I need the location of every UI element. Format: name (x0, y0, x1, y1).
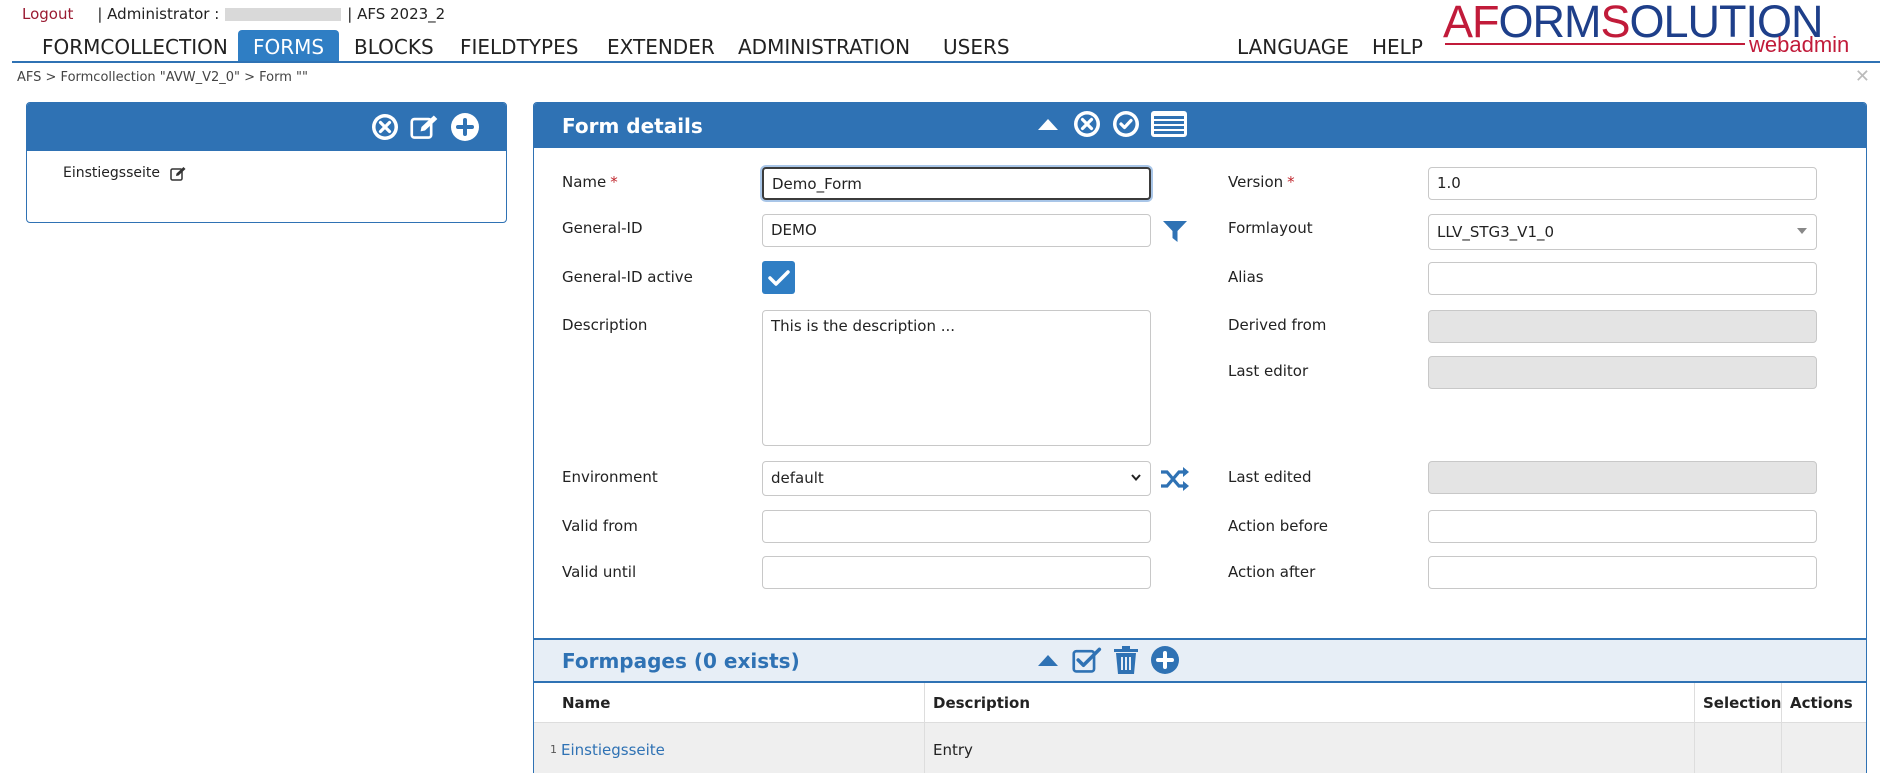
close-circle-icon[interactable] (1072, 109, 1102, 139)
edit-icon[interactable] (410, 112, 440, 142)
save-check-icon[interactable] (1111, 109, 1141, 139)
environment-select[interactable]: default (762, 461, 1151, 496)
last-editor-input (1428, 356, 1817, 389)
formlayout-label: Formlayout (1228, 219, 1313, 237)
logout-link[interactable]: Logout (22, 5, 73, 23)
description-label: Description (562, 316, 648, 334)
breadcrumb: AFS > Formcollection "AVW_V2_0" > Form "… (17, 70, 309, 85)
derived-from-input (1428, 310, 1817, 343)
last-editor-label: Last editor (1228, 362, 1309, 380)
nav-forms[interactable]: FORMS (238, 30, 340, 61)
nav-blocks[interactable]: BLOCKS (339, 30, 449, 61)
table-row: 1 Einstiegsseite Entry (534, 723, 1866, 773)
form-details-panel: Form details Name * Demo_Form General-ID … (533, 102, 1867, 773)
form-tree-panel: Einstiegsseite (26, 102, 507, 223)
add-icon[interactable] (450, 112, 480, 142)
version-input[interactable]: 1.0 (1428, 167, 1817, 200)
general-id-active-label: General-ID active (562, 268, 693, 286)
name-label: Name * (562, 173, 618, 191)
close-circle-icon[interactable] (370, 112, 400, 142)
dropdown-arrow-icon (1796, 215, 1808, 249)
table-cell-selection[interactable] (1694, 723, 1781, 773)
nav-formcollection[interactable]: FORMCOLLECTION (27, 30, 243, 61)
main-navigation: FORMCOLLECTION FORMS BLOCKS FIELDTYPES E… (12, 30, 1880, 63)
top-status-line: Logout | Administrator : | AFS 2023_2 (22, 5, 446, 23)
column-header-actions: Actions (1781, 683, 1866, 722)
general-id-label: General-ID (562, 219, 643, 237)
description-textarea[interactable]: This is the description ... (762, 310, 1151, 446)
general-id-active-checkbox[interactable] (762, 261, 795, 294)
form-details-header: Form details (534, 103, 1866, 148)
formpage-link[interactable]: Einstiegsseite (561, 741, 665, 759)
general-id-input[interactable]: DEMO (762, 214, 1151, 247)
action-after-input[interactable] (1428, 556, 1817, 589)
chevron-down-icon (1130, 462, 1142, 495)
formpages-title: Formpages (0 exists) (562, 649, 800, 673)
valid-until-input[interactable] (762, 556, 1151, 589)
shuffle-icon[interactable] (1160, 465, 1190, 493)
edit-icon[interactable] (170, 166, 187, 181)
row-number: 1 (550, 743, 557, 756)
collapse-icon[interactable] (1033, 109, 1063, 139)
list-view-icon[interactable] (1150, 109, 1188, 139)
close-icon[interactable]: ✕ (1855, 66, 1870, 87)
table-header-row: Name Description Selection Actions (534, 683, 1866, 723)
alias-label: Alias (1228, 268, 1264, 286)
action-before-label: Action before (1228, 517, 1329, 535)
column-header-name[interactable]: Name (534, 683, 924, 722)
table-cell-actions[interactable] (1781, 723, 1866, 773)
afs-version: | AFS 2023_2 (347, 5, 446, 23)
select-all-icon[interactable] (1072, 645, 1102, 675)
table-cell-description: Entry (924, 723, 1694, 773)
name-input[interactable]: Demo_Form (762, 167, 1151, 200)
panel-title: Form details (562, 114, 703, 138)
trash-icon[interactable] (1111, 645, 1141, 675)
tree-panel-header (27, 103, 506, 151)
filter-icon[interactable] (1162, 218, 1188, 244)
derived-from-label: Derived from (1228, 316, 1327, 334)
nav-fieldtypes[interactable]: FIELDTYPES (445, 30, 593, 61)
last-edited-label: Last edited (1228, 468, 1312, 486)
column-header-description[interactable]: Description (924, 683, 1694, 722)
last-edited-input (1428, 461, 1817, 494)
version-label: Version * (1228, 173, 1295, 191)
valid-until-label: Valid until (562, 563, 637, 581)
nav-administration[interactable]: ADMINISTRATION (723, 30, 925, 61)
environment-label: Environment (562, 468, 658, 486)
action-after-label: Action after (1228, 563, 1316, 581)
formpages-header: Formpages (0 exists) (534, 638, 1866, 683)
formpages-table: Name Description Selection Actions 1 Ein… (534, 683, 1866, 773)
nav-extender[interactable]: EXTENDER (592, 30, 730, 61)
checkmark-icon (767, 269, 790, 286)
redacted-username (225, 7, 342, 21)
formlayout-select[interactable]: LLV_STG3_V1_0 (1428, 214, 1817, 250)
collapse-icon[interactable] (1033, 645, 1063, 675)
action-before-input[interactable] (1428, 510, 1817, 543)
nav-language[interactable]: LANGUAGE (1222, 30, 1364, 61)
valid-from-input[interactable] (762, 510, 1151, 543)
valid-from-label: Valid from (562, 517, 638, 535)
table-cell-name: 1 Einstiegsseite (534, 723, 924, 773)
administrator-label: | Administrator : (97, 5, 220, 23)
alias-input[interactable] (1428, 262, 1817, 295)
tree-item[interactable]: Einstiegsseite (63, 165, 187, 181)
nav-users[interactable]: USERS (928, 30, 1025, 61)
nav-help[interactable]: HELP (1357, 30, 1438, 61)
tree-item-label[interactable]: Einstiegsseite (63, 165, 160, 181)
column-header-selection: Selection (1694, 683, 1781, 722)
add-icon[interactable] (1150, 645, 1180, 675)
